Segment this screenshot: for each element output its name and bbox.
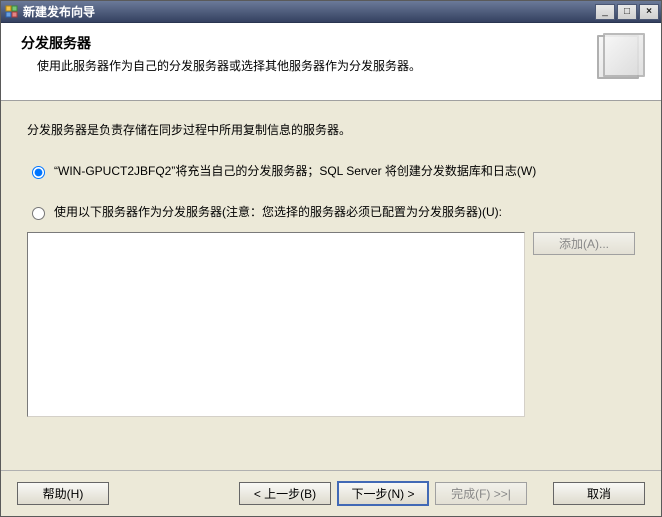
option-other-distributor[interactable]: 使用以下服务器作为分发服务器(注意：您选择的服务器必须已配置为分发服务器)(U)…	[27, 203, 635, 220]
header-graphic-icon	[597, 33, 647, 83]
add-server-button[interactable]: 添加(A)...	[533, 232, 635, 255]
side-button-column: 添加(A)...	[533, 232, 635, 417]
app-icon	[5, 5, 19, 19]
server-selection-area: 添加(A)...	[27, 232, 635, 417]
description-text: 分发服务器是负责存储在同步过程中所用复制信息的服务器。	[27, 121, 635, 138]
server-list[interactable]	[27, 232, 525, 417]
next-button[interactable]: 下一步(N) >	[337, 481, 429, 506]
finish-button[interactable]: 完成(F) >>|	[435, 482, 527, 505]
option-other-label: 使用以下服务器作为分发服务器(注意：您选择的服务器必须已配置为分发服务器)(U)…	[54, 203, 502, 220]
window-title: 新建发布向导	[23, 3, 95, 20]
option-self-label: “WIN-GPUCT2JBFQ2”将充当自己的分发服务器；SQL Server …	[54, 162, 536, 179]
close-button[interactable]: ×	[639, 4, 659, 20]
window-controls: _ □ ×	[595, 4, 659, 20]
help-button[interactable]: 帮助(H)	[17, 482, 109, 505]
header-title: 分发服务器	[21, 33, 421, 53]
wizard-window: 新建发布向导 _ □ × 分发服务器 使用此服务器作为自己的分发服务器或选择其他…	[0, 0, 662, 517]
minimize-button[interactable]: _	[595, 4, 615, 20]
wizard-footer: 帮助(H) < 上一步(B) 下一步(N) > 完成(F) >>| 取消	[1, 470, 661, 516]
wizard-content: 分发服务器是负责存储在同步过程中所用复制信息的服务器。 “WIN-GPUCT2J…	[1, 101, 661, 470]
header-text-block: 分发服务器 使用此服务器作为自己的分发服务器或选择其他服务器作为分发服务器。	[21, 33, 421, 74]
maximize-button[interactable]: □	[617, 4, 637, 20]
wizard-header: 分发服务器 使用此服务器作为自己的分发服务器或选择其他服务器作为分发服务器。	[1, 23, 661, 101]
option-self-distributor[interactable]: “WIN-GPUCT2JBFQ2”将充当自己的分发服务器；SQL Server …	[27, 162, 635, 179]
header-subtitle: 使用此服务器作为自己的分发服务器或选择其他服务器作为分发服务器。	[37, 57, 421, 74]
cancel-button[interactable]: 取消	[553, 482, 645, 505]
title-bar: 新建发布向导 _ □ ×	[1, 1, 661, 23]
radio-self[interactable]	[32, 166, 45, 179]
back-button[interactable]: < 上一步(B)	[239, 482, 331, 505]
radio-other[interactable]	[32, 207, 45, 220]
